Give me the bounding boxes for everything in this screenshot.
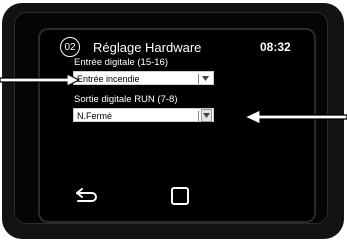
run-output-select[interactable]: N.Fermé <box>73 108 214 122</box>
pointer-arrow-left <box>0 73 80 87</box>
back-arrow-icon <box>76 188 97 202</box>
page-title: Réglage Hardware <box>93 40 202 55</box>
digital-input-select[interactable]: Entrée incendie <box>73 71 214 85</box>
clock: 08:32 <box>260 40 291 54</box>
back-button[interactable] <box>74 186 98 206</box>
page-number-badge: 02 <box>60 37 80 57</box>
run-output-label: Sortie digitale RUN (7-8) <box>74 94 178 105</box>
page-number: 02 <box>64 41 76 53</box>
pointer-arrow-right <box>244 109 347 125</box>
digital-input-label: Entrée digitale (15-16) <box>74 57 168 68</box>
touch-screen: 02 Réglage Hardware 08:32 Entrée digital… <box>40 30 314 221</box>
run-output-value: N.Fermé <box>77 111 113 121</box>
home-button[interactable] <box>171 187 189 205</box>
select-divider <box>198 111 199 121</box>
digital-input-value: Entrée incendie <box>77 74 140 84</box>
chevron-down-icon[interactable] <box>201 73 210 83</box>
chevron-down-icon[interactable] <box>201 109 212 122</box>
select-divider <box>198 74 199 84</box>
